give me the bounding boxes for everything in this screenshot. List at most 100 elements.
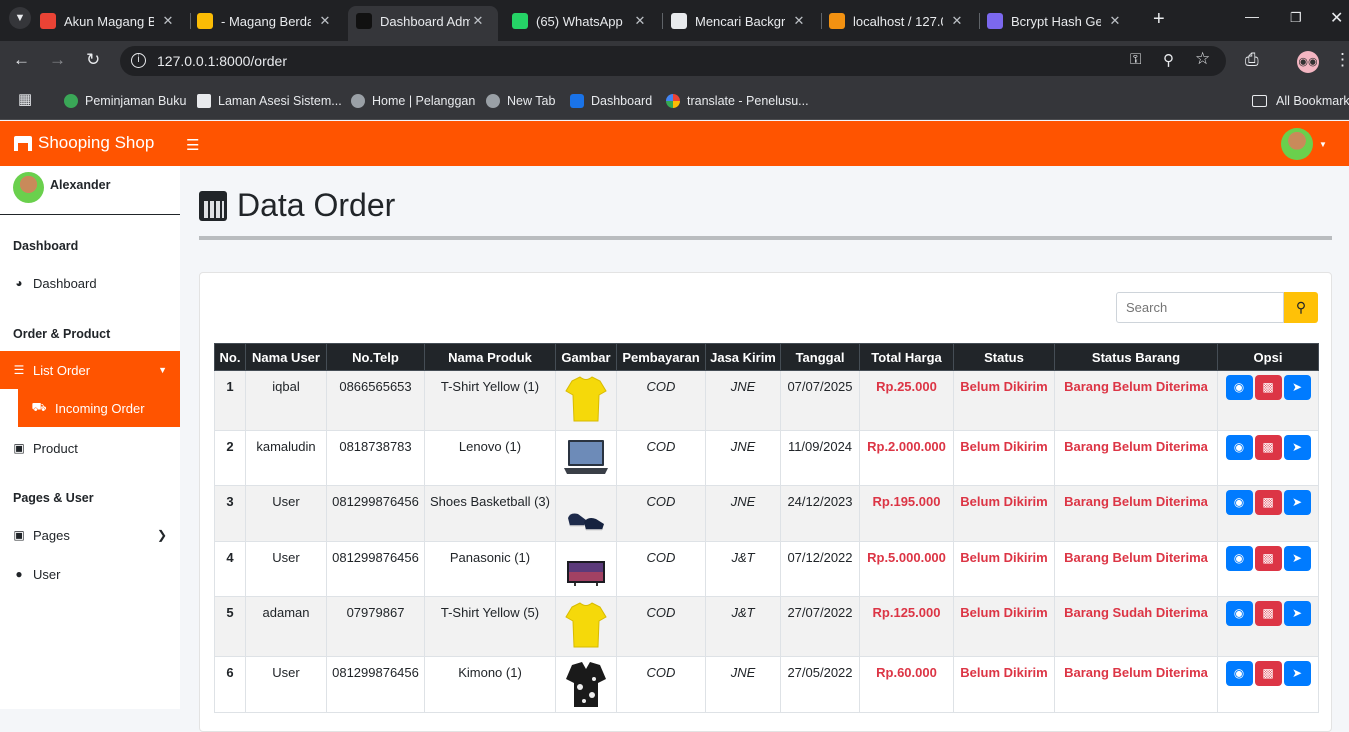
column-header[interactable]: Total Harga [859,343,954,371]
browser-tab[interactable]: Dashboard Adm ✕ [348,6,498,41]
close-tab-icon[interactable]: ✕ [791,13,807,29]
section-heading-dashboard: Dashboard [13,239,79,253]
paper-plane-icon: ➤ [1291,606,1303,620]
close-tab-icon[interactable]: ✕ [317,13,333,29]
sidebar-item-list-order[interactable]: ☰ List Order ▼ [0,351,180,389]
docs-icon [197,13,213,29]
delete-button[interactable]: ▩ [1254,661,1282,686]
forward-icon[interactable]: → [49,50,66,70]
table-header-row: No. Nama User No.Telp Nama Produk Gambar Pemb… [214,343,1319,371]
close-tab-icon[interactable]: ✕ [160,13,176,29]
browser-tab[interactable]: Akun Magang Be ✕ [40,6,180,36]
sidebar-item-user[interactable]: ● User [0,557,180,591]
send-button[interactable]: ➤ [1283,490,1311,515]
cell-tanggal: 27/05/2022 [780,656,860,713]
delete-button[interactable]: ▩ [1254,435,1282,460]
browser-tab[interactable]: Bcrypt Hash Gen ✕ [987,6,1127,36]
apps-grid-icon[interactable]: ▦ [18,90,32,108]
sidebar-item-pages[interactable]: ▣ Pages ❯ [0,518,180,552]
delete-button[interactable]: ▩ [1254,546,1282,571]
back-icon[interactable]: ← [13,50,30,70]
send-button[interactable]: ➤ [1283,435,1311,460]
close-tab-icon[interactable]: ✕ [632,13,648,29]
cell-status-barang: Barang Belum Diterima [1054,541,1218,597]
browser-tab[interactable]: (65) WhatsApp ✕ [512,6,652,36]
bookmark-home-pelanggan[interactable]: Home | Pelanggan [351,92,475,110]
view-button[interactable]: ◉ [1225,490,1253,515]
view-button[interactable]: ◉ [1225,546,1253,571]
order-card: ⚲ No.Nama UserNo.TelpNama ProdukGambarPe… [199,272,1332,732]
view-button[interactable]: ◉ [1225,435,1253,460]
user-dropdown[interactable]: ▼ [1281,128,1327,160]
send-button[interactable]: ➤ [1283,661,1311,686]
minimize-icon[interactable]: — [1245,8,1259,24]
cell-jasa-kirim: JNE [705,656,781,713]
bookmark-laman-asesi[interactable]: Laman Asesi Sistem... [197,92,342,110]
all-bookmarks[interactable]: All Bookmarks [1252,92,1349,110]
column-header[interactable]: Jasa Kirim [705,343,781,371]
reload-icon[interactable]: ↻ [86,50,100,70]
close-window-icon[interactable]: ✕ [1330,8,1343,28]
delete-button[interactable]: ▩ [1254,601,1282,626]
column-header[interactable]: Nama User [245,343,327,371]
trash-icon: ▩ [1262,495,1274,509]
order-table: No. Nama User No.Telp Nama Produk Gambar Pemb… [214,343,1319,713]
bookmark-dashboard[interactable]: Dashboard [570,92,652,110]
column-header[interactable]: Status Barang [1054,343,1218,371]
cell-pembayaran: COD [616,430,706,486]
column-header[interactable]: Status [953,343,1055,371]
tab-separator [821,13,822,29]
browser-tab[interactable]: - Magang Berda ✕ [197,6,337,36]
bookmark-translate[interactable]: translate - Penelusu... [666,92,809,110]
send-button[interactable]: ➤ [1283,375,1311,400]
chrome-menu-icon[interactable]: ⋮ [1334,50,1349,70]
profile-avatar[interactable]: ◉◉ [1297,51,1319,73]
column-header[interactable]: Opsi [1217,343,1319,371]
browser-tab[interactable]: Mencari Backgro ✕ [671,6,811,36]
sidebar-user[interactable]: Alexander [13,172,110,203]
close-tab-icon[interactable]: ✕ [1107,13,1123,29]
bookmark-peminjaman-buku[interactable]: Peminjaman Buku [64,92,186,110]
column-header[interactable]: Gambar [555,343,617,371]
new-tab-icon[interactable]: + [1153,8,1165,31]
tachometer-icon: ◕ [15,276,23,290]
book-icon: ▣ [13,528,25,542]
column-header[interactable]: Nama Produk [424,343,556,371]
zoom-icon[interactable]: ⚲ [1163,51,1174,69]
search-input[interactable] [1116,292,1284,323]
send-button[interactable]: ➤ [1283,546,1311,571]
password-key-icon[interactable]: ⚿ [1130,51,1141,68]
bookmark-star-icon[interactable]: ☆ [1195,49,1210,69]
view-button[interactable]: ◉ [1225,601,1253,626]
view-button[interactable]: ◉ [1225,661,1253,686]
column-header[interactable]: Pembayaran [616,343,706,371]
send-button[interactable]: ➤ [1283,601,1311,626]
sidebar-item-product[interactable]: ▣ Product [0,431,180,465]
view-button[interactable]: ◉ [1225,375,1253,400]
site-info-icon[interactable]: i [131,53,146,68]
delete-button[interactable]: ▩ [1254,490,1282,515]
column-header[interactable]: No.Telp [326,343,425,371]
sidebar-item-incoming-order[interactable]: ⛟ Incoming Order [18,389,180,427]
cell-gambar [555,485,617,542]
delete-button[interactable]: ▩ [1254,375,1282,400]
column-header[interactable]: No. [214,343,246,371]
extensions-icon[interactable]: ⎙ [1245,50,1259,70]
browser-tab[interactable]: localhost / 127.0 ✕ [829,6,969,36]
eye-icon: ◉ [1233,495,1245,509]
globe-icon [351,94,365,108]
address-bar[interactable]: i 127.0.0.1:8000/order ⚿ ⚲ ☆ [120,46,1226,76]
cell-produk: T-Shirt Yellow (5) [424,596,556,657]
cell-status: Belum Dikirim [953,596,1055,657]
column-header[interactable]: Tanggal [780,343,860,371]
tab-search-icon[interactable]: ▼ [9,7,31,29]
cell-total-harga: Rp.25.000 [859,370,954,431]
hamburger-menu-icon[interactable]: ☰ [186,136,199,154]
restore-icon[interactable]: ❐ [1290,10,1302,26]
sidebar-item-dashboard[interactable]: ◕ Dashboard [0,266,180,300]
bookmark-new-tab[interactable]: New Tab [486,92,555,110]
search-button[interactable]: ⚲ [1284,292,1318,323]
close-tab-icon[interactable]: ✕ [470,13,486,29]
brand[interactable]: Shooping Shop [14,133,154,153]
close-tab-icon[interactable]: ✕ [949,13,965,29]
